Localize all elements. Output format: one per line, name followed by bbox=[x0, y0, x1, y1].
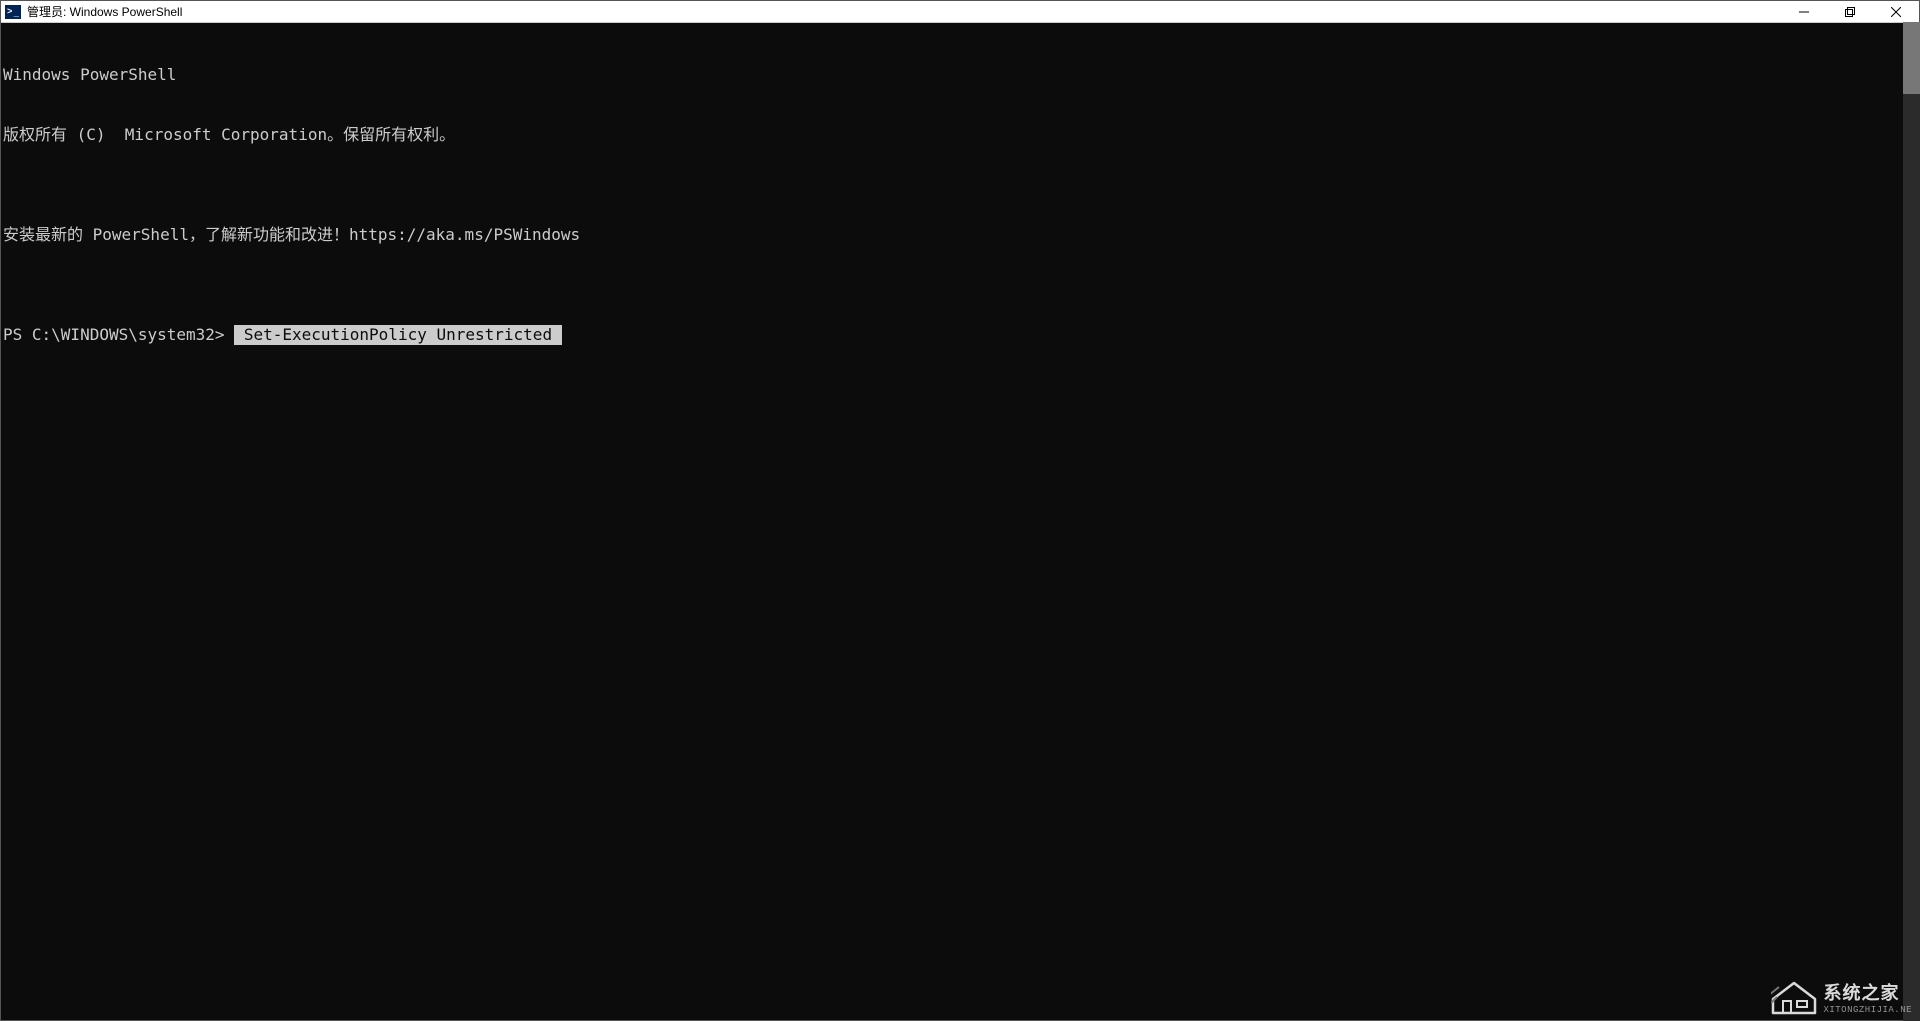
command-text: Set-ExecutionPolicy Unrestricted bbox=[234, 325, 562, 345]
watermark: 系统之家 XITONGZHIJIA.NE bbox=[1771, 979, 1912, 1015]
powershell-window: 管理员: Windows PowerShell Windows PowerShe… bbox=[0, 0, 1920, 1021]
scrollbar-thumb[interactable] bbox=[1903, 22, 1920, 94]
window-controls bbox=[1781, 1, 1919, 22]
maximize-button[interactable] bbox=[1827, 1, 1873, 22]
terminal-line: 安装最新的 PowerShell，了解新功能和改进！https://aka.ms… bbox=[3, 225, 1919, 245]
titlebar[interactable]: 管理员: Windows PowerShell bbox=[1, 1, 1919, 23]
minimize-icon bbox=[1799, 7, 1809, 17]
prompt-line: PS C:\WINDOWS\system32> Set-ExecutionPol… bbox=[3, 325, 1919, 345]
maximize-icon bbox=[1845, 7, 1855, 17]
terminal-body[interactable]: Windows PowerShell 版权所有 (C) Microsoft Co… bbox=[1, 23, 1919, 1020]
minimize-button[interactable] bbox=[1781, 1, 1827, 22]
prompt-text: PS C:\WINDOWS\system32> bbox=[3, 325, 234, 345]
watermark-cn: 系统之家 bbox=[1823, 979, 1912, 1005]
close-icon bbox=[1891, 7, 1901, 17]
titlebar-left: 管理员: Windows PowerShell bbox=[5, 3, 182, 20]
close-button[interactable] bbox=[1873, 1, 1919, 22]
scrollbar-track[interactable] bbox=[1903, 22, 1920, 1021]
terminal-line: Windows PowerShell bbox=[3, 65, 1919, 85]
window-title: 管理员: Windows PowerShell bbox=[27, 3, 182, 20]
watermark-text: 系统之家 XITONGZHIJIA.NE bbox=[1823, 979, 1912, 1015]
powershell-icon bbox=[5, 5, 21, 19]
watermark-logo-icon bbox=[1771, 979, 1817, 1015]
terminal-line: 版权所有 (C) Microsoft Corporation。保留所有权利。 bbox=[3, 125, 1919, 145]
watermark-en: XITONGZHIJIA.NE bbox=[1823, 1005, 1912, 1015]
